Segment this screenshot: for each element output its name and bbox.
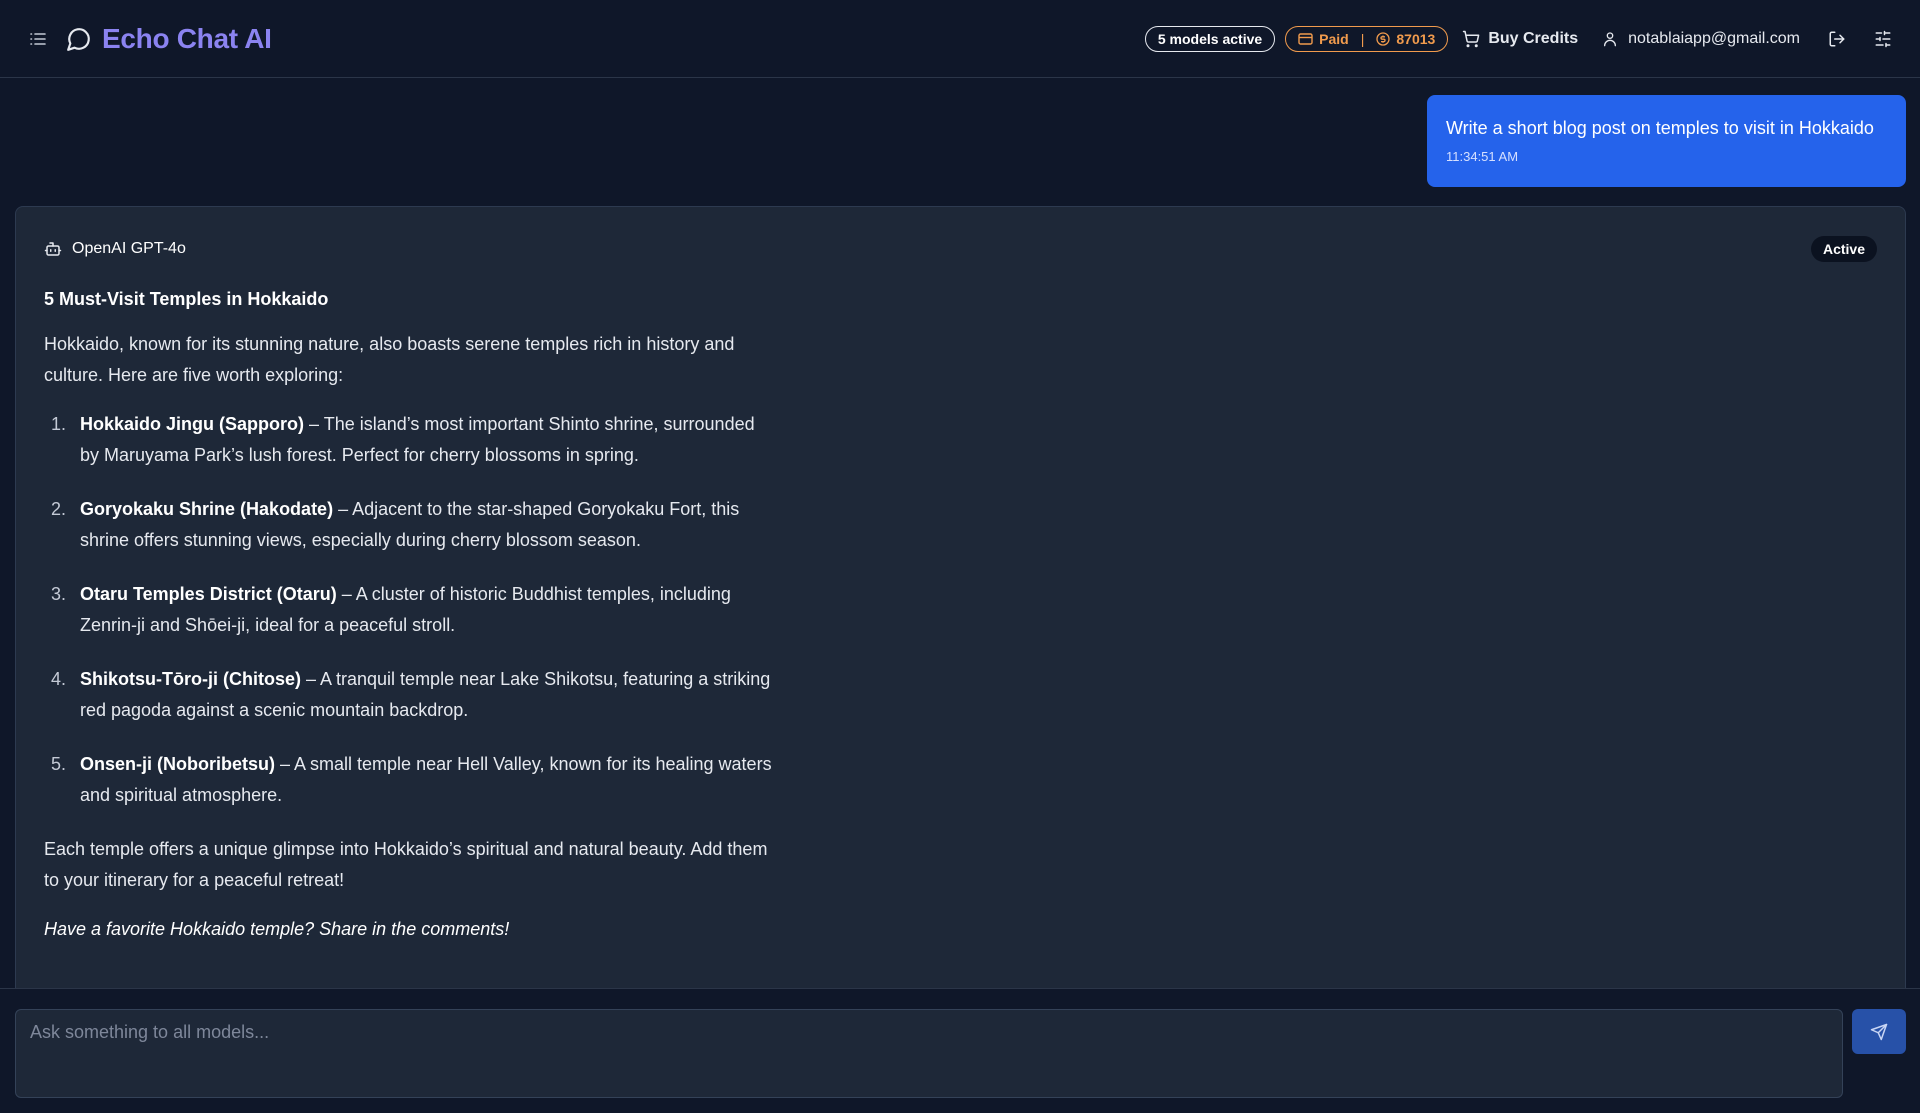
- sliders-icon[interactable]: [1870, 26, 1896, 52]
- temple-list: 1. Hokkaido Jingu (Sapporo) – The island…: [44, 409, 774, 811]
- response-outro: Each temple offers a unique glimpse into…: [44, 839, 768, 890]
- user-message-bubble: Write a short blog post on temples to vi…: [1427, 95, 1906, 187]
- list-number: 2.: [50, 499, 66, 519]
- temple-name: Onsen-ji (Noboribetsu): [80, 754, 275, 774]
- list-number: 1.: [50, 414, 66, 434]
- user-email: notablaiapp@gmail.com: [1628, 29, 1800, 47]
- temple-name: Otaru Temples District (Otaru): [80, 584, 337, 604]
- list-item: 2. Goryokaku Shrine (Hakodate) – Adjacen…: [44, 494, 774, 556]
- status-badge: Active: [1810, 236, 1877, 262]
- response-content: 5 Must-Visit Temples in Hokkaido Hokkaid…: [44, 287, 774, 945]
- buy-credits-label: Buy Credits: [1488, 29, 1579, 47]
- models-active-badge[interactable]: 5 models active: [1144, 25, 1276, 52]
- cart-icon: [1463, 30, 1480, 47]
- chat-bubble-icon: [64, 24, 94, 54]
- list-item: 4. Shikotsu-Tōro-ji (Chitose) – A tranqu…: [44, 664, 774, 726]
- composer-area: [0, 988, 1920, 1113]
- response-header: OpenAI GPT-4o Active: [44, 236, 1877, 262]
- response-closing: Have a favorite Hokkaido temple? Share i…: [44, 919, 510, 939]
- header-right: 5 models active Paid | 87013 Buy Credits…: [1144, 25, 1896, 52]
- temple-name: Shikotsu-Tōro-ji (Chitose): [80, 669, 301, 689]
- send-button[interactable]: [1852, 1009, 1906, 1054]
- user-account[interactable]: notablaiapp@gmail.com: [1602, 30, 1800, 48]
- list-number: 5.: [50, 754, 66, 774]
- prompt-input[interactable]: [15, 1009, 1843, 1098]
- model-response-card: OpenAI GPT-4o Active 5 Must-Visit Temple…: [15, 206, 1906, 988]
- list-item: 3. Otaru Temples District (Otaru) – A cl…: [44, 579, 774, 641]
- bot-icon: [44, 242, 62, 256]
- app-title: Echo Chat AI: [102, 22, 272, 54]
- coin-icon: [1376, 31, 1391, 46]
- credit-card-icon: [1298, 32, 1313, 45]
- plan-credits-badge[interactable]: Paid | 87013: [1285, 25, 1449, 52]
- header-left: Echo Chat AI: [24, 23, 272, 55]
- list-number: 3.: [50, 584, 66, 604]
- model-name: OpenAI GPT-4o: [72, 240, 186, 257]
- buy-credits-button[interactable]: Buy Credits: [1462, 30, 1578, 48]
- list-item: 1. Hokkaido Jingu (Sapporo) – The island…: [44, 409, 774, 471]
- response-intro: Hokkaido, known for its stunning nature,…: [44, 334, 735, 385]
- list-item: 5. Onsen-ji (Noboribetsu) – A small temp…: [44, 749, 774, 811]
- response-heading: 5 Must-Visit Temples in Hokkaido: [44, 289, 329, 309]
- message-timestamp: 11:34:51 AM: [1446, 149, 1519, 164]
- send-icon: [1870, 1023, 1888, 1040]
- user-icon: [1604, 31, 1617, 46]
- temple-name: Goryokaku Shrine (Hakodate): [80, 499, 334, 519]
- top-bar: Echo Chat AI 5 models active Paid | 8701…: [0, 0, 1920, 78]
- divider: |: [1360, 30, 1365, 47]
- menu-icon[interactable]: [24, 25, 52, 53]
- credits-count: 87013: [1396, 30, 1436, 47]
- temple-name: Hokkaido Jingu (Sapporo): [80, 414, 305, 434]
- user-message-text: Write a short blog post on temples to vi…: [1446, 118, 1874, 138]
- logout-icon[interactable]: [1824, 26, 1850, 52]
- plan-label: Paid: [1319, 30, 1349, 47]
- list-number: 4.: [50, 669, 66, 689]
